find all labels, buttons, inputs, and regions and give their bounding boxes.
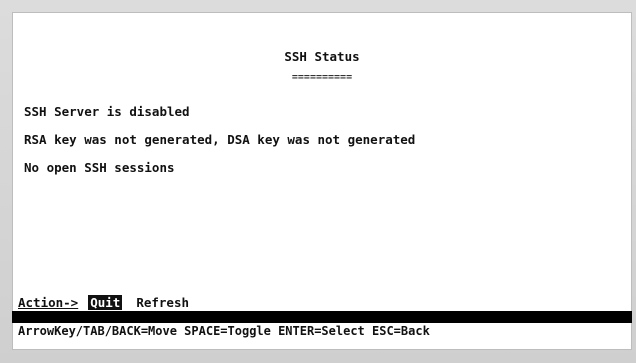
ssh-sessions-status-text: No open SSH sessions <box>24 160 175 175</box>
help-bar: ArrowKey/TAB/BACK=Move SPACE=Toggle ENTE… <box>18 324 430 338</box>
refresh-button[interactable]: Refresh <box>136 295 189 310</box>
page-title: SSH Status <box>284 49 360 64</box>
title-underline: ========== <box>291 72 353 83</box>
action-bar: Action-> Quit Refresh <box>18 295 189 310</box>
quit-button[interactable]: Quit <box>88 295 123 310</box>
key-generation-status-text: RSA key was not generated, DSA key was n… <box>24 132 416 147</box>
action-label: Action-> <box>18 295 79 310</box>
terminal-screen: SSH Status ========== SSH Server is disa… <box>12 12 632 350</box>
ssh-server-status-text: SSH Server is disabled <box>24 104 190 119</box>
divider-bar <box>12 311 632 323</box>
